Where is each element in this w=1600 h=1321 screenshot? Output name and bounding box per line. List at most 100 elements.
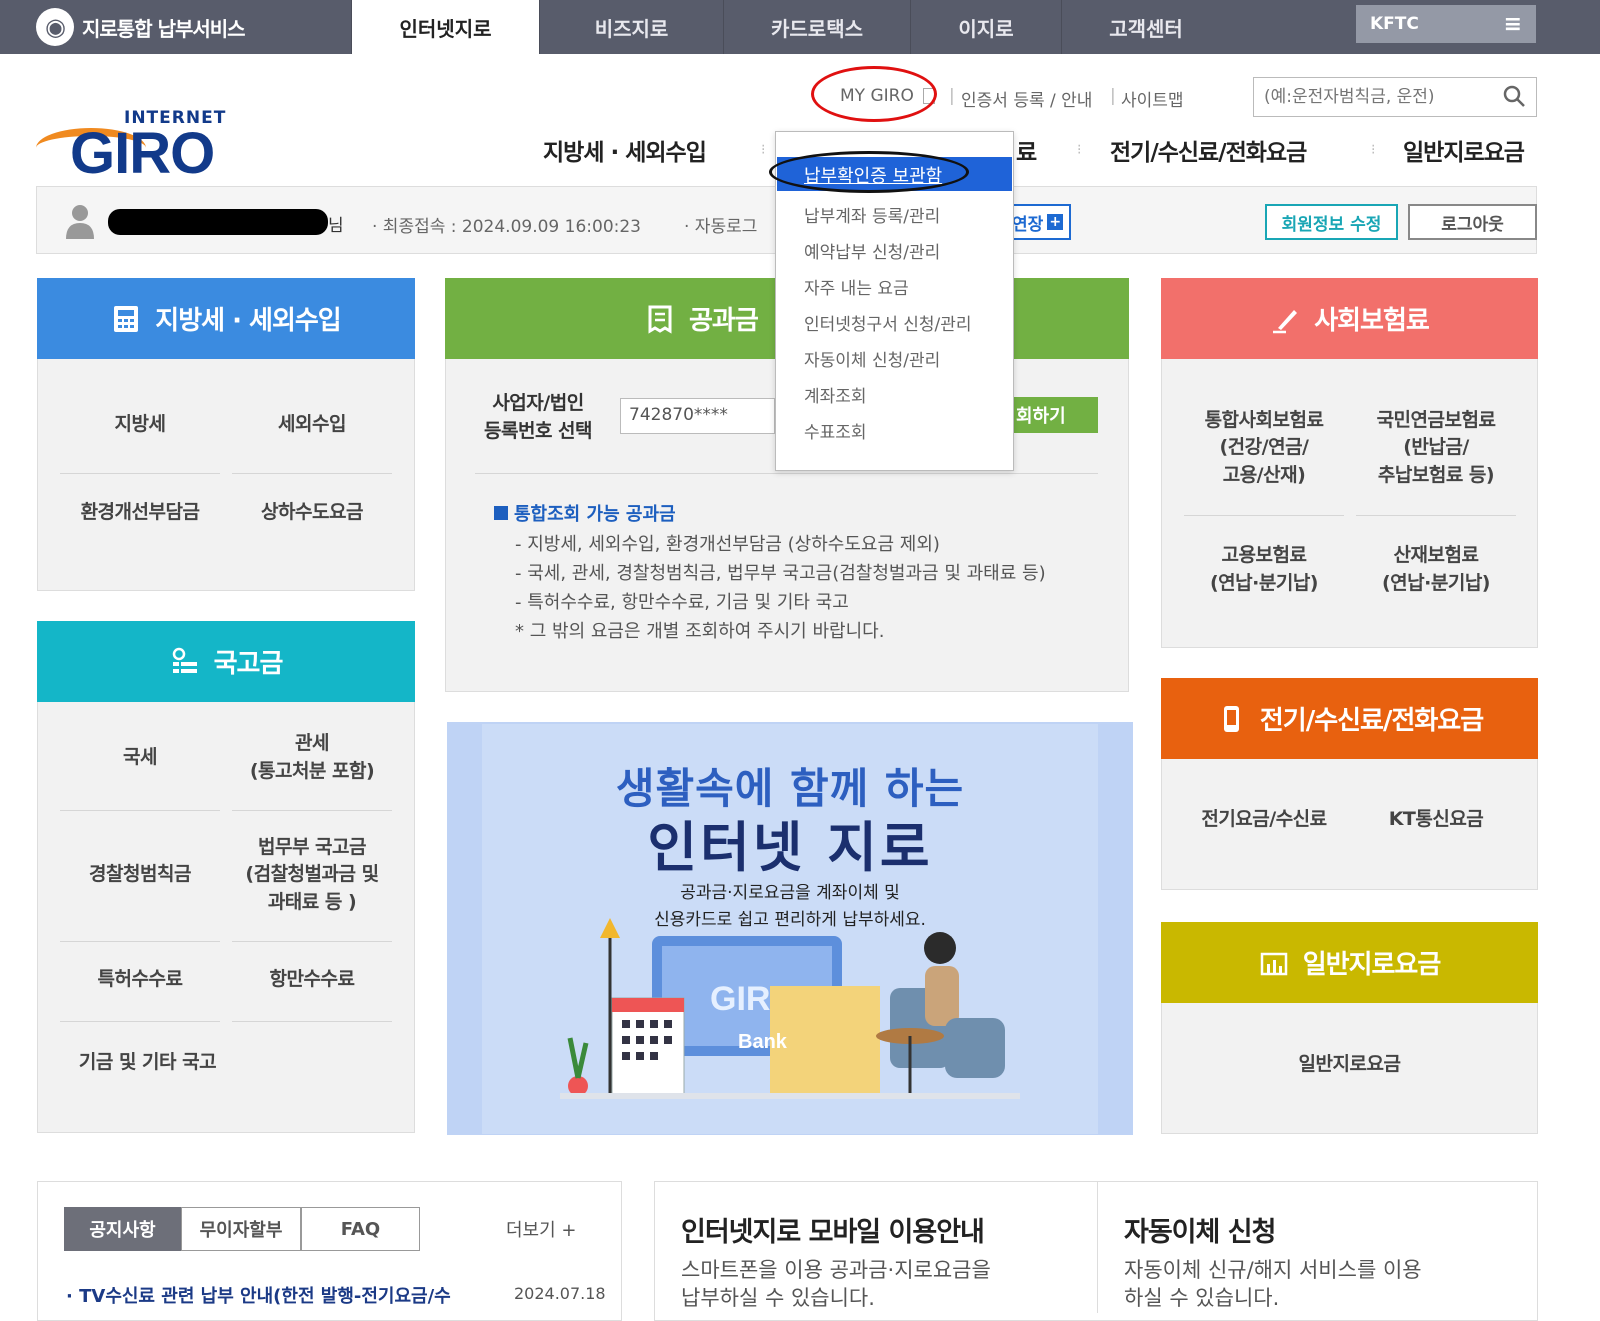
item-employment-insurance[interactable]: 고용보험료 (연납·분기납): [1184, 535, 1344, 605]
item-national-pension[interactable]: 국민연금보험료 (반납금/ 추납보험료 등): [1356, 398, 1516, 498]
divider: [232, 473, 392, 474]
redacted-user-name: [108, 209, 328, 235]
brand-label: 지로통합 납부서비스: [82, 16, 246, 41]
annotation-black-circle: [769, 151, 969, 193]
annotation-red-circle: [811, 66, 937, 122]
notice-item[interactable]: · TV수신료 관련 납부 안내(한전 발행-전기요금/수: [66, 1282, 451, 1308]
item-fund-other[interactable]: 기금 및 기타 국고: [60, 1035, 235, 1090]
coins-icon: [172, 647, 197, 673]
util-separator: |: [1110, 86, 1116, 106]
national-treasury-title: 국고금: [213, 649, 284, 679]
autopay-text: 하실 수 있습니다.: [1124, 1286, 1280, 1310]
tab-internet-giro[interactable]: 인터넷지로: [351, 0, 539, 54]
tab-easy-giro[interactable]: 이지로: [910, 0, 1061, 54]
item-kt-telecom[interactable]: KT통신요금: [1356, 790, 1516, 850]
item-local-tax[interactable]: 지방세: [60, 380, 220, 470]
item-patent-fee[interactable]: 특허수수료: [60, 950, 220, 1010]
divider: [60, 810, 220, 811]
smartphone-icon: [1223, 705, 1239, 732]
internet-giro-logo[interactable]: INTERNET GIRO: [36, 108, 236, 186]
item-customs[interactable]: 관세 (통고처분 포함): [232, 715, 392, 800]
art-bank-text: Bank: [738, 1031, 788, 1053]
national-treasury-header[interactable]: 국고금: [37, 621, 415, 702]
globe-icon: ◉: [36, 8, 74, 46]
item-general-giro[interactable]: 일반지로요금: [1161, 1035, 1538, 1095]
item-environment-charge[interactable]: 환경개선부담금: [60, 478, 220, 548]
general-giro-header[interactable]: 일반지로요금: [1161, 922, 1538, 1003]
mobile-guide-title[interactable]: 인터넷지로 모바일 이용안내: [681, 1210, 985, 1249]
dropdown-item-frequent[interactable]: 자주 내는 요금: [804, 274, 909, 299]
gnav-local-tax[interactable]: 지방세 · 세외수입: [543, 133, 707, 167]
calculator-icon: [114, 305, 139, 332]
search-input[interactable]: [1254, 78, 1492, 116]
dropdown-item-e-bill[interactable]: 인터넷청구서 신청/관리: [804, 310, 972, 335]
query-button[interactable]: 회하기: [1014, 397, 1098, 433]
dropdown-item-autopay[interactable]: 자동이체 신청/관리: [804, 346, 940, 371]
divider: [475, 473, 1098, 474]
item-port-fee[interactable]: 항만수수료: [232, 950, 392, 1010]
notice-date: 2024.07.18: [514, 1284, 606, 1303]
notice-line: - 국세, 관세, 경찰청범칙금, 법무부 국고금(검찰청벌과금 및 과태료 등…: [515, 563, 1046, 585]
extend-label: 연장: [1012, 214, 1044, 235]
tab-biz-giro[interactable]: 비즈지로: [539, 0, 723, 54]
divider: [1097, 1181, 1098, 1313]
notice-heading: 통합조회 가능 공과금: [494, 500, 676, 526]
dropdown-item-reserved[interactable]: 예약납부 신청/관리: [804, 238, 940, 263]
mobile-guide-text: 스마트폰을 이용 공과금·지로요금을: [681, 1258, 991, 1282]
tab-cardrotax[interactable]: 카드로택스: [723, 0, 910, 54]
banner-headline-2: 인터넷 지로: [647, 816, 933, 879]
tab-faq[interactable]: FAQ: [301, 1207, 420, 1251]
hamburger-icon: ≡: [1503, 12, 1522, 37]
divider: [232, 810, 392, 811]
brand-link[interactable]: ◉ 지로통합 납부서비스: [36, 6, 246, 48]
item-non-tax-revenue[interactable]: 세외수입: [232, 380, 392, 470]
gnav-general-giro[interactable]: 일반지로요금: [1403, 133, 1525, 167]
dropdown-item-account[interactable]: 납부계좌 등록/관리: [804, 202, 940, 227]
tab-interest-free[interactable]: 무이자할부: [181, 1207, 301, 1251]
gnav-utility[interactable]: 전기/수신료/전화요금: [1110, 133, 1307, 167]
logout-button[interactable]: 로그아웃: [1408, 204, 1537, 240]
item-industrial-insurance[interactable]: 산재보험료 (연납·분기납): [1356, 535, 1516, 605]
extend-session-button[interactable]: 연장 +: [1008, 204, 1071, 240]
square-bullet-icon: [494, 506, 508, 520]
tab-notice[interactable]: 공지사항: [64, 1207, 181, 1251]
user-name-suffix: 님: [328, 216, 344, 236]
mobile-guide-text: 납부하실 수 있습니다.: [681, 1286, 875, 1310]
tab-customer-center[interactable]: 고객센터: [1061, 0, 1230, 54]
divider: [1184, 515, 1344, 516]
local-tax-title: 지방세 · 세외수입: [155, 306, 341, 336]
utility-title: 전기/수신료/전화요금: [1259, 706, 1484, 736]
general-giro-title: 일반지로요금: [1302, 950, 1442, 980]
biz-number-select[interactable]: 742870****: [620, 398, 775, 434]
item-water-fee[interactable]: 상하수도요금: [232, 478, 392, 548]
gnav-social-insurance[interactable]: 료: [1016, 133, 1037, 167]
banner-desc-line: 공과금·지로요금을 계좌이체 및: [680, 883, 900, 903]
item-justice-ministry[interactable]: 법무부 국고금 (검찰청벌과금 및 과태료 등 ): [232, 825, 392, 925]
kftc-menu-button[interactable]: KFTC ≡: [1356, 5, 1536, 43]
item-national-tax[interactable]: 국세: [60, 715, 220, 800]
more-link[interactable]: 더보기 +: [506, 1216, 576, 1242]
gnav-divider: ⁝: [1371, 142, 1376, 158]
kftc-label: KFTC: [1370, 14, 1419, 34]
autopay-title[interactable]: 자동이체 신청: [1124, 1210, 1276, 1249]
dropdown-item-check-inquiry[interactable]: 수표조회: [804, 418, 867, 443]
banner-illustration: GIRO Bank: [560, 918, 1020, 1099]
biz-label-line: 등록번호 선택: [484, 420, 593, 442]
social-insurance-header[interactable]: 사회보험료: [1161, 278, 1538, 359]
item-police-fine[interactable]: 경찰청범칙금: [60, 825, 220, 925]
cert-link[interactable]: 인증서 등록 / 안내: [961, 86, 1092, 111]
edit-profile-button[interactable]: 회원정보 수정: [1265, 204, 1398, 240]
dropdown-item-account-inquiry[interactable]: 계좌조회: [804, 382, 867, 407]
receipt-icon: [648, 305, 672, 334]
biz-number-label: 사업자/법인등록번호 선택: [470, 388, 606, 448]
sitemap-link[interactable]: 사이트맵: [1121, 86, 1184, 111]
user-avatar-icon: [66, 205, 94, 239]
util-separator: |: [949, 86, 955, 106]
search-icon[interactable]: [1502, 84, 1526, 108]
item-electricity-fee[interactable]: 전기요금/수신료: [1184, 790, 1344, 850]
item-integrated-social[interactable]: 통합사회보험료 (건강/연금/ 고용/산재): [1184, 398, 1344, 498]
local-tax-header[interactable]: 지방세 · 세외수입: [37, 278, 415, 359]
divider: [1356, 515, 1516, 516]
utility-header[interactable]: 전기/수신료/전화요금: [1161, 678, 1538, 759]
biz-label-line: 사업자/법인: [492, 392, 584, 415]
